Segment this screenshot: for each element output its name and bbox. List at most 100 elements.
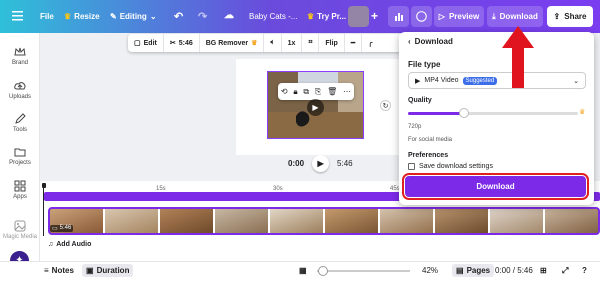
- zoom-level[interactable]: 42%: [422, 266, 438, 275]
- checkbox-box[interactable]: [408, 163, 415, 170]
- download-icon: ⤓: [492, 11, 496, 21]
- download-header-label: Download: [499, 12, 538, 21]
- element-action-bar: ⟲ 🔒︎ ⧉ ⎘ 🗑︎ ⋯: [278, 83, 354, 100]
- flip-label: Flip: [325, 39, 338, 47]
- sidebar-item-label: Uploads: [8, 94, 31, 100]
- time-indicator: 0:00 / 5:46: [495, 266, 533, 275]
- crown-icon: [14, 47, 26, 56]
- cloud-upload-icon: [14, 82, 26, 90]
- rotate-handle[interactable]: ↻: [380, 100, 391, 111]
- sidebar-item-label: Tools: [12, 127, 27, 133]
- film-icon: ▣: [86, 266, 94, 275]
- cloud-save-icon[interactable]: ☁: [224, 10, 234, 21]
- share-label: Share: [564, 12, 587, 21]
- chevron-down-icon: ⌄: [149, 12, 157, 21]
- video-clip-track[interactable]: [48, 207, 600, 235]
- undo-button[interactable]: ↶: [174, 10, 183, 23]
- play-icon: ▷: [438, 12, 445, 21]
- folder-icon: [14, 148, 26, 157]
- try-pro-button[interactable]: ♛ Try Pr...: [307, 12, 346, 21]
- red-arrow-annotation: [502, 26, 534, 88]
- sidebar-item-apps[interactable]: Apps: [0, 180, 40, 200]
- download-panel-back[interactable]: ‹ Download: [408, 37, 453, 46]
- pages-button[interactable]: ▤ Pages: [452, 264, 495, 277]
- analytics-button[interactable]: [388, 6, 409, 27]
- crop-button[interactable]: ⌗: [302, 34, 320, 52]
- play-icon: ▶: [317, 159, 324, 168]
- preview-button[interactable]: ▷ Preview: [434, 6, 484, 27]
- file-type-label: File type: [408, 60, 441, 69]
- menu-icon[interactable]: [12, 11, 23, 21]
- flip-button[interactable]: Flip: [319, 34, 345, 52]
- sidebar-item-label: Projects: [9, 160, 31, 166]
- resize-button[interactable]: ♛ Resize: [64, 12, 100, 21]
- sidebar-item-uploads[interactable]: Uploads: [0, 80, 40, 100]
- save-settings-label: Save download settings: [419, 163, 493, 170]
- speaker-icon: 🔈︎: [270, 39, 275, 46]
- zoom-slider[interactable]: [317, 266, 410, 276]
- trash-icon[interactable]: 🗑︎: [327, 87, 337, 96]
- comments-button[interactable]: ◯: [411, 6, 432, 27]
- pages-label: Pages: [466, 266, 491, 275]
- pen-icon: [15, 113, 26, 124]
- duration-label: 5:46: [178, 39, 193, 47]
- quality-label: Quality: [408, 97, 432, 104]
- editing-label: Editing: [119, 12, 147, 21]
- editing-dropdown[interactable]: ✎ Editing ⌄: [110, 12, 157, 21]
- quality-note: For social media: [408, 137, 453, 143]
- crown-icon: ♛: [64, 12, 72, 21]
- share-button[interactable]: ⇪ Share: [547, 6, 593, 27]
- clip-thumbnail: [545, 209, 598, 233]
- file-menu[interactable]: File: [40, 12, 54, 21]
- duration-button[interactable]: ▣ Duration: [82, 264, 134, 277]
- resize-label: Resize: [74, 12, 100, 21]
- grid-icon[interactable]: ⊞: [540, 266, 547, 275]
- speed-button[interactable]: 1x: [282, 34, 303, 52]
- sidebar-item-magic-media[interactable]: Magic Media: [0, 220, 40, 240]
- video-icon: ▭: [52, 226, 58, 232]
- sidebar-item-label: Magic Media: [2, 234, 37, 240]
- file-type-select[interactable]: ▶ MP4 Video Suggested ⌄: [408, 72, 586, 89]
- clip-thumbnail: [435, 209, 490, 233]
- trim-button[interactable]: ✂ 5:46: [164, 34, 200, 52]
- add-collaborator-icon[interactable]: +: [371, 9, 378, 23]
- preview-label: Preview: [448, 12, 480, 21]
- rotate-icon: ↻: [382, 102, 389, 110]
- edit-button[interactable]: ▢ Edit: [128, 34, 164, 52]
- volume-button[interactable]: 🔈︎: [264, 34, 282, 52]
- scissors-icon: ✂: [169, 40, 176, 47]
- grid-view-icon[interactable]: ▦: [299, 266, 307, 275]
- total-time: 5:46: [337, 159, 353, 168]
- clip-duration: 5:46: [59, 225, 72, 231]
- sidebar-item-projects[interactable]: Projects: [0, 146, 40, 166]
- video-play-button[interactable]: ▶: [307, 99, 324, 116]
- replace-icon[interactable]: ⟲: [281, 87, 288, 96]
- redo-button[interactable]: ↷: [198, 10, 207, 23]
- lock-icon[interactable]: 🔒︎: [293, 87, 297, 97]
- notes-label: Notes: [51, 266, 74, 275]
- duplicate-icon[interactable]: ⧉: [303, 87, 309, 97]
- add-audio-button[interactable]: ♫ Add Audio: [48, 241, 91, 248]
- sidebar-item-brand[interactable]: Brand: [0, 46, 40, 66]
- corner-rounding-button[interactable]: ╭: [362, 34, 378, 52]
- crop-icon: ⌗: [308, 39, 313, 46]
- quality-slider[interactable]: [408, 108, 578, 118]
- notes-button[interactable]: ≡ Notes: [44, 266, 74, 275]
- download-button[interactable]: Download: [402, 173, 589, 200]
- sidebar-item-tools[interactable]: Tools: [0, 113, 40, 133]
- avatar[interactable]: [348, 6, 369, 27]
- download-panel-title: Download: [414, 37, 453, 46]
- crown-icon: ♛: [251, 40, 258, 47]
- fullscreen-icon[interactable]: ⤢: [562, 266, 568, 276]
- player-play-button[interactable]: ▶: [312, 155, 330, 172]
- zoom-slider-knob[interactable]: [318, 266, 328, 276]
- copy-icon[interactable]: ⎘: [315, 87, 321, 97]
- help-icon[interactable]: ?: [582, 266, 587, 275]
- more-icon[interactable]: ⋯: [343, 87, 351, 96]
- bar-chart-icon: [394, 13, 403, 21]
- border-style-button[interactable]: ━: [345, 34, 363, 52]
- sidebar-item-label: Brand: [11, 60, 28, 66]
- document-title[interactable]: Baby Cats -...: [249, 12, 297, 21]
- save-settings-checkbox[interactable]: Save download settings: [408, 163, 493, 170]
- bg-remover-button[interactable]: BG Remover ♛: [200, 34, 265, 52]
